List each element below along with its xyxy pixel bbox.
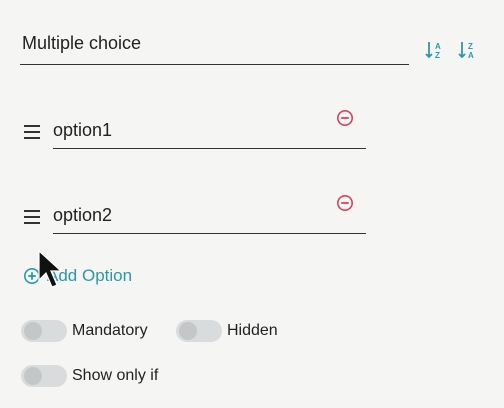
sort-alpha-desc-icon: Z A (458, 42, 474, 60)
svg-text:A: A (468, 51, 474, 60)
remove-option-button[interactable] (336, 194, 354, 212)
show-only-if-toggle-row: Show only if (21, 365, 158, 387)
toggle-knob (24, 322, 42, 340)
sort-ascending-button[interactable]: A Z (424, 39, 446, 61)
mandatory-toggle-row: Mandatory (21, 320, 148, 342)
remove-option-button[interactable] (336, 109, 354, 127)
option-input[interactable]: option1 (53, 114, 366, 149)
option-label: option2 (53, 205, 113, 225)
sort-descending-button[interactable]: Z A (457, 39, 479, 61)
mandatory-toggle[interactable] (21, 320, 67, 342)
drag-handle-icon[interactable] (24, 125, 42, 141)
hidden-toggle-row: Hidden (176, 320, 278, 342)
option-input[interactable]: option2 (53, 199, 366, 234)
question-title-field[interactable]: Multiple choice (20, 26, 409, 65)
minus-circle-icon (337, 195, 353, 211)
mouse-pointer-icon (38, 250, 63, 288)
svg-text:Z: Z (468, 42, 473, 51)
svg-text:A: A (435, 42, 441, 51)
drag-handle-icon[interactable] (24, 210, 42, 226)
mandatory-label: Mandatory (72, 322, 148, 339)
toggle-knob (24, 367, 42, 385)
hidden-toggle[interactable] (176, 320, 222, 342)
show-only-if-label: Show only if (72, 367, 159, 384)
sort-alpha-asc-icon: A Z (425, 42, 441, 60)
svg-text:Z: Z (435, 51, 440, 60)
minus-circle-icon (337, 110, 353, 126)
hidden-label: Hidden (227, 322, 278, 339)
question-title-text: Multiple choice (22, 33, 142, 53)
show-only-if-toggle[interactable] (21, 365, 67, 387)
toggle-knob (179, 322, 197, 340)
option-label: option1 (53, 120, 113, 140)
